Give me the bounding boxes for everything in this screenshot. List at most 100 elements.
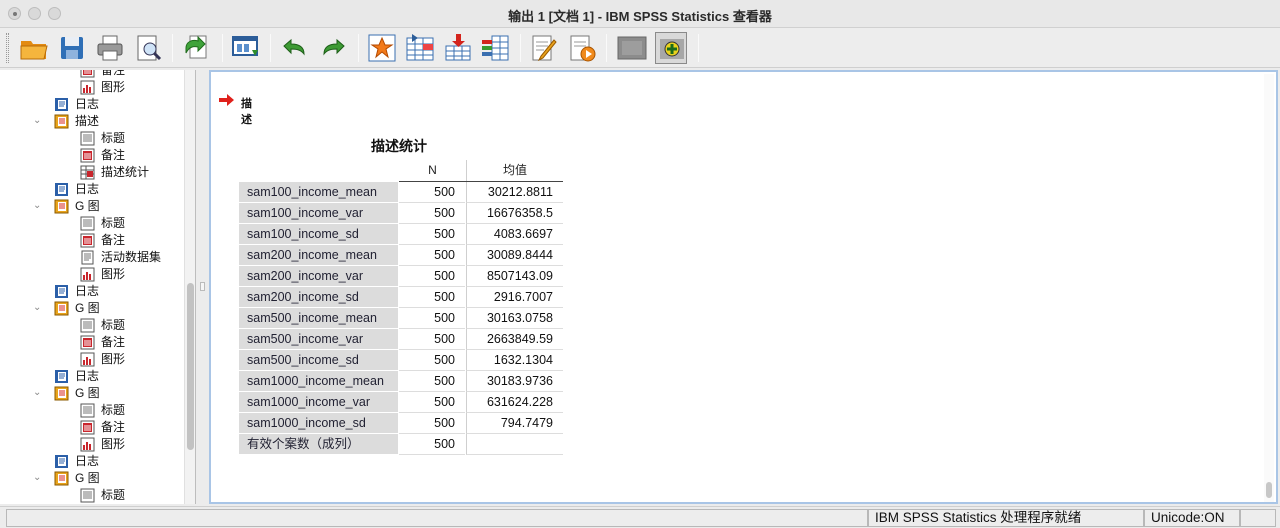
- insert-variable-icon: [482, 35, 509, 61]
- tree-item[interactable]: 日志: [0, 453, 184, 470]
- table-row[interactable]: sam500_income_var 500 2663849.59: [239, 329, 563, 350]
- row-label: sam200_income_mean: [239, 245, 398, 266]
- table-row[interactable]: sam1000_income_sd 500 794.7479: [239, 413, 563, 434]
- window-title: 输出 1 [文档 1] - IBM SPSS Statistics 查看器: [508, 9, 772, 24]
- table-title: 描述统计: [371, 138, 427, 154]
- tree-item[interactable]: 标题: [0, 130, 184, 147]
- hide-button[interactable]: [616, 32, 648, 64]
- tree-item[interactable]: 图形: [0, 266, 184, 283]
- table-row[interactable]: sam100_income_var 500 16676358.5: [239, 203, 563, 224]
- variable-icon: [406, 34, 434, 61]
- tree-item-label: 备注: [101, 335, 126, 349]
- toolbar: [0, 28, 1280, 68]
- pane-splitter[interactable]: [196, 70, 208, 504]
- goto-variable-button[interactable]: [404, 32, 436, 64]
- splitter-handle[interactable]: [200, 282, 205, 291]
- save-button[interactable]: [56, 32, 88, 64]
- title-icon: [80, 403, 95, 418]
- tree-item[interactable]: ⌄ G 图: [0, 300, 184, 317]
- tree-item[interactable]: 日志: [0, 283, 184, 300]
- tree-item[interactable]: 图形: [0, 79, 184, 96]
- tree-item[interactable]: ⌄ 描述: [0, 113, 184, 130]
- tree-item[interactable]: 备注: [0, 70, 184, 79]
- toolbar-grip[interactable]: [6, 33, 9, 63]
- print-preview-button[interactable]: [132, 32, 164, 64]
- spss-viewer-window: 输出 1 [文档 1] - IBM SPSS Statistics 查看器 备注…: [0, 0, 1280, 528]
- status-bar: IBM SPSS Statistics 处理程序就绪 Unicode:ON: [0, 506, 1280, 528]
- cell-n: 500: [399, 266, 465, 287]
- tree-item-label: 标题: [101, 318, 126, 332]
- tree-item[interactable]: 标题: [0, 487, 184, 504]
- table-row[interactable]: sam1000_income_mean 500 30183.9736: [239, 371, 563, 392]
- insert-cases-button[interactable]: [442, 32, 474, 64]
- print-button[interactable]: [94, 32, 126, 64]
- tree-item[interactable]: 图形: [0, 436, 184, 453]
- insert-variable-button[interactable]: [480, 32, 512, 64]
- tree-item[interactable]: 日志: [0, 181, 184, 198]
- tree-item[interactable]: 标题: [0, 317, 184, 334]
- open-button[interactable]: [18, 32, 50, 64]
- edit-output-button[interactable]: [528, 32, 560, 64]
- expand-chevron-icon[interactable]: ⌄: [33, 116, 43, 126]
- tree-item[interactable]: 备注: [0, 334, 184, 351]
- tree-item-label: 图形: [101, 437, 126, 451]
- insert-cases-icon: [445, 34, 471, 61]
- tree-item[interactable]: 备注: [0, 232, 184, 249]
- content-scrollbar[interactable]: [1264, 74, 1274, 502]
- table-row[interactable]: sam200_income_sd 500 2916.7007: [239, 287, 563, 308]
- tree-item[interactable]: 标题: [0, 215, 184, 232]
- row-label: sam500_income_sd: [239, 350, 398, 371]
- goto-case-button[interactable]: [366, 32, 398, 64]
- table-row[interactable]: sam500_income_sd 500 1632.1304: [239, 350, 563, 371]
- outline-scroll-thumb[interactable]: [187, 283, 194, 450]
- table-row[interactable]: sam1000_income_var 500 631624.228: [239, 392, 563, 413]
- expand-chevron-icon[interactable]: ⌄: [33, 303, 43, 313]
- notes-icon: [80, 148, 95, 163]
- row-label: sam200_income_sd: [239, 287, 398, 308]
- tree-item-label: 图形: [101, 80, 126, 94]
- outline-scrollbar[interactable]: [184, 70, 195, 504]
- tree-item[interactable]: 备注: [0, 419, 184, 436]
- edit-output-icon: [532, 35, 557, 62]
- undo-button[interactable]: [278, 32, 310, 64]
- output-content-pane[interactable]: 描述 描述统计 N 均值 sam100_income_mean 500 30212.…: [209, 70, 1278, 526]
- tree-item[interactable]: 备注: [0, 147, 184, 164]
- tree-item[interactable]: 日志: [0, 96, 184, 113]
- table-row[interactable]: sam500_income_mean 500 30163.0758: [239, 308, 563, 329]
- content-scroll-thumb[interactable]: [1266, 482, 1272, 498]
- outline-pane[interactable]: 备注 图形 日志 ⌄ 描述 标题 备注 描述统计 日志 ⌄ G 图标题 备注 活动数据集 图形 日志 ⌄ G 图…: [0, 70, 196, 504]
- tree-item-label: 日志: [75, 97, 100, 111]
- tree-item[interactable]: 描述统计: [0, 164, 184, 181]
- expand-chevron-icon[interactable]: ⌄: [33, 201, 43, 211]
- recall-dialog-button[interactable]: [230, 32, 262, 64]
- expand-chevron-icon[interactable]: ⌄: [33, 473, 43, 483]
- tree-item[interactable]: 活动数据集: [0, 249, 184, 266]
- toolbar-separator: [172, 34, 173, 62]
- tree-item[interactable]: ⌄ G 图: [0, 385, 184, 402]
- tree-item-label: 图形: [101, 267, 126, 281]
- toolbar-separator: [520, 34, 521, 62]
- cell-n: 500: [399, 413, 465, 434]
- dialog-recall-icon: [232, 36, 258, 56]
- cell-mean: 30183.9736: [466, 371, 563, 392]
- run-script-button[interactable]: [566, 32, 598, 64]
- tree-item[interactable]: 日志: [0, 368, 184, 385]
- cell-n: 500: [399, 224, 465, 245]
- procedure-book-icon: [54, 199, 69, 214]
- expand-chevron-icon[interactable]: ⌄: [33, 388, 43, 398]
- table-row[interactable]: 有效个案数（成列） 500: [239, 434, 563, 455]
- tree-item[interactable]: ⌄ G 图: [0, 470, 184, 487]
- tree-item[interactable]: ⌄ G 图: [0, 198, 184, 215]
- table-row[interactable]: sam200_income_var 500 8507143.09: [239, 266, 563, 287]
- redo-button[interactable]: [318, 32, 350, 64]
- toolbar-separator: [222, 34, 223, 62]
- tree-item[interactable]: 标题: [0, 402, 184, 419]
- tree-item[interactable]: 图形: [0, 351, 184, 368]
- export-button[interactable]: [180, 32, 212, 64]
- show-button[interactable]: [655, 32, 687, 64]
- row-label: sam100_income_var: [239, 203, 398, 224]
- log-book-icon: [54, 97, 69, 112]
- table-row[interactable]: sam200_income_mean 500 30089.8444: [239, 245, 563, 266]
- table-row[interactable]: sam100_income_sd 500 4083.6697: [239, 224, 563, 245]
- table-row[interactable]: sam100_income_mean 500 30212.8811: [239, 182, 563, 203]
